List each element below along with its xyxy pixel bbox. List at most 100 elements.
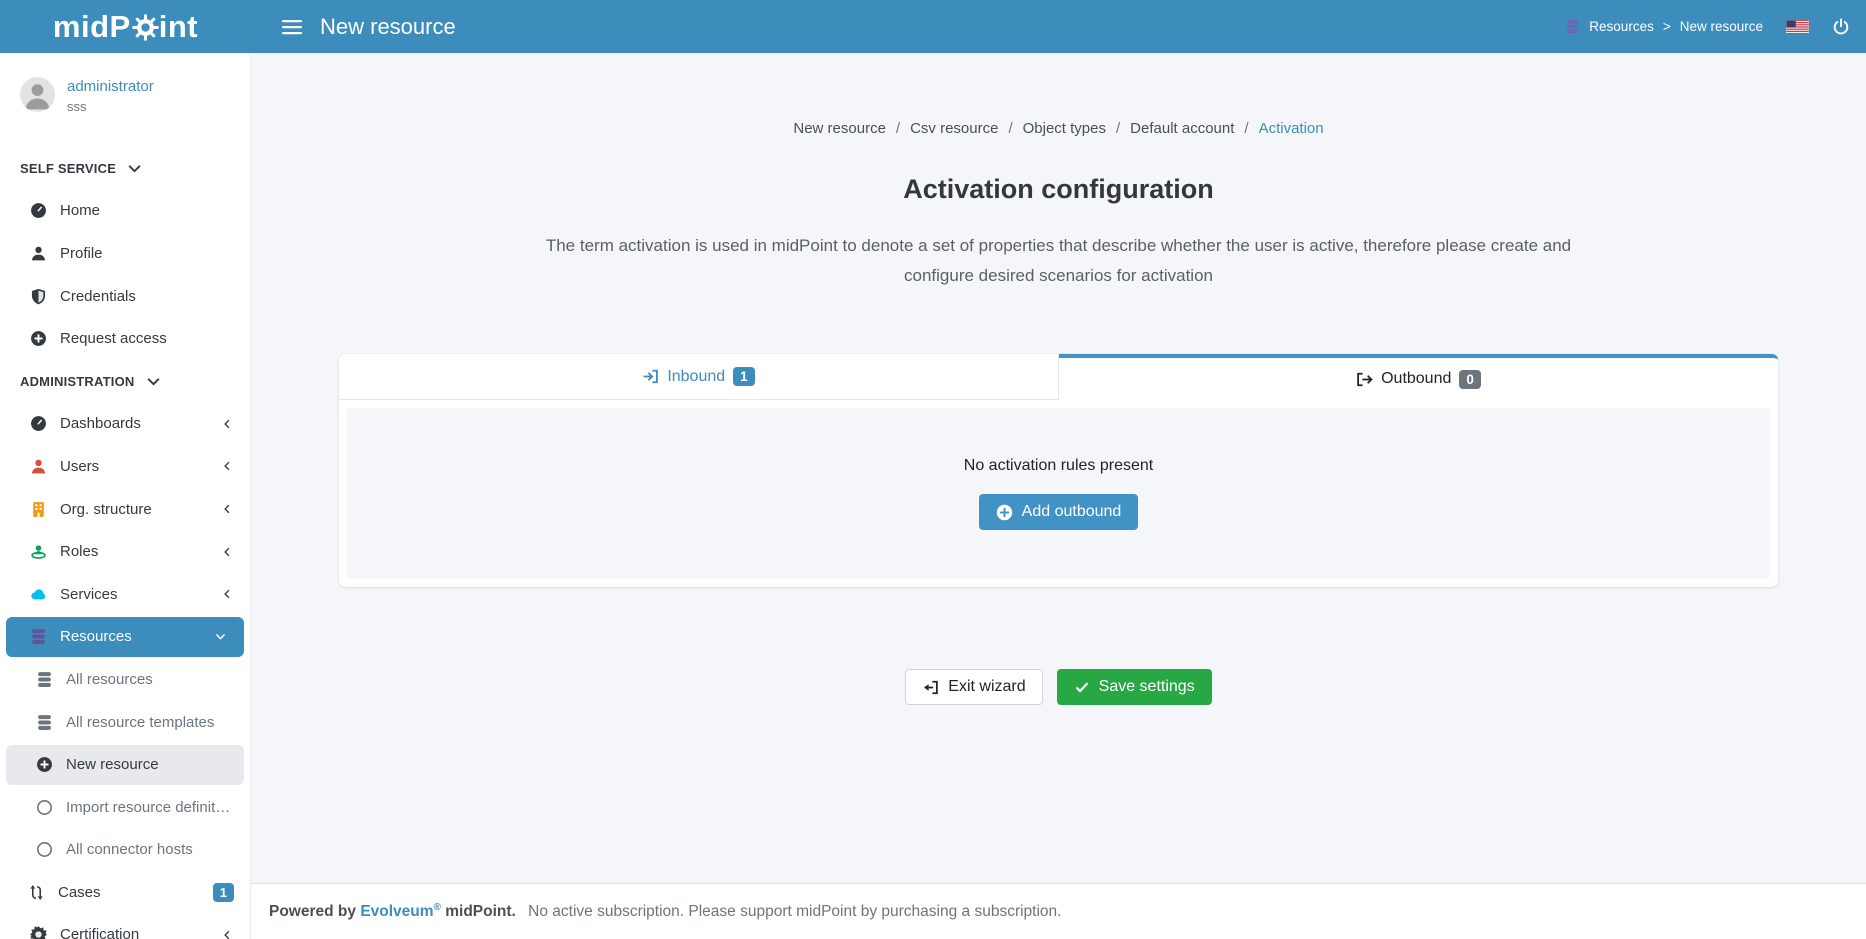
sidebar-item-request-access[interactable]: Request access: [0, 317, 250, 360]
hamburger-icon: [282, 19, 302, 35]
header-breadcrumb: Resources > New resource: [1565, 19, 1763, 34]
exit-icon: [922, 679, 939, 696]
header-breadcrumb-separator: >: [1663, 19, 1671, 34]
breadcrumb-item[interactable]: Object types: [1023, 120, 1106, 137]
tab-inbound[interactable]: Inbound 1: [339, 354, 1059, 400]
avatar: [20, 77, 55, 112]
user-icon: [30, 245, 47, 262]
breadcrumb-item[interactable]: Default account: [1130, 120, 1234, 137]
subscription-note: No active subscription. Please support m…: [528, 903, 1061, 920]
circle-icon: [36, 841, 53, 858]
sidebar-item-label: Users: [60, 458, 99, 475]
logo-text-pre: midP: [53, 9, 131, 45]
wizard-step-description: The term activation is used in midPoint …: [519, 231, 1599, 291]
sidebar-item-label: All resource templates: [66, 714, 214, 731]
breadcrumb-separator: /: [1008, 120, 1012, 137]
outbound-tab-panel: No activation rules present Add outbound: [347, 408, 1770, 579]
breadcrumb-separator: /: [896, 120, 900, 137]
chevron-left-icon: [221, 929, 233, 939]
activation-tabs: Inbound 1 Outbound 0: [339, 354, 1778, 400]
footer-powered-by: Powered by: [269, 903, 356, 920]
add-outbound-button[interactable]: Add outbound: [979, 494, 1139, 530]
sidebar-item-all-resources[interactable]: All resources: [0, 658, 250, 701]
sidebar-item-label: Roles: [60, 543, 98, 560]
roles-icon: [30, 543, 47, 560]
user-description: sss: [67, 99, 154, 114]
sidebar-item-roles[interactable]: Roles: [0, 530, 250, 573]
sidebar-item-all-connector-hosts[interactable]: All connector hosts: [0, 829, 250, 872]
sidebar-item-certification[interactable]: Certification: [0, 914, 250, 939]
sidebar-item-home[interactable]: Home: [0, 190, 250, 233]
circle-icon: [36, 799, 53, 816]
sidebar-item-dashboards[interactable]: Dashboards: [0, 403, 250, 446]
shield-icon: [30, 288, 47, 305]
sidebar-item-resources[interactable]: Resources: [6, 617, 244, 657]
sidebar: administrator sss SELF SERVICE Home Prof…: [0, 53, 251, 939]
add-outbound-label: Add outbound: [1022, 503, 1122, 521]
breadcrumb-item[interactable]: New resource: [793, 120, 886, 137]
main-content: New resource / Csv resource / Object types / D…: [251, 53, 1866, 939]
tab-outbound[interactable]: Outbound 0: [1059, 354, 1778, 400]
sidebar-item-label: Dashboards: [60, 415, 141, 432]
chevron-left-icon: [221, 503, 233, 515]
sidebar-item-label: Services: [60, 586, 118, 603]
sidebar-item-org-structure[interactable]: Org. structure: [0, 488, 250, 531]
footer-product: midPoint.: [445, 903, 516, 920]
check-icon: [1074, 679, 1090, 695]
breadcrumb-separator: /: [1244, 120, 1248, 137]
plus-circle-icon: [30, 330, 47, 347]
dashboard-icon: [30, 415, 47, 432]
sidebar-item-profile[interactable]: Profile: [0, 232, 250, 275]
exit-wizard-button[interactable]: Exit wizard: [905, 669, 1042, 705]
sidebar-item-label: New resource: [66, 756, 159, 773]
avatar-person-icon: [20, 77, 55, 112]
save-settings-button[interactable]: Save settings: [1057, 669, 1212, 705]
sign-in-icon: [642, 368, 659, 385]
sidebar-item-label: Import resource definit…: [66, 799, 230, 816]
header-breadcrumb-section[interactable]: Resources: [1589, 19, 1654, 34]
sidebar-item-label: Request access: [60, 330, 167, 347]
dashboard-icon: [30, 202, 47, 219]
sidebar-item-cases[interactable]: Cases 1: [0, 871, 250, 914]
sidebar-section-self-service[interactable]: SELF SERVICE: [0, 147, 250, 190]
save-settings-label: Save settings: [1099, 678, 1195, 696]
chevron-left-icon: [221, 546, 233, 558]
breadcrumb-separator: /: [1116, 120, 1120, 137]
breadcrumb-item-current[interactable]: Activation: [1259, 120, 1324, 137]
language-selector[interactable]: [1786, 20, 1809, 34]
midpoint-logo[interactable]: midP int: [0, 0, 251, 53]
sidebar-item-label: Org. structure: [60, 501, 152, 518]
sidebar-menu: SELF SERVICE Home Profile Credentials Re…: [0, 147, 250, 939]
breadcrumb-item[interactable]: Csv resource: [910, 120, 998, 137]
resource-database-icon: [1565, 19, 1580, 34]
chevron-down-icon: [214, 630, 227, 643]
sidebar-item-users[interactable]: Users: [0, 445, 250, 488]
header-breadcrumb-current[interactable]: New resource: [1680, 19, 1763, 34]
top-navbar: midP int New resource: [0, 0, 1866, 53]
sidebar-item-credentials[interactable]: Credentials: [0, 275, 250, 318]
sidebar-item-label: Cases: [58, 884, 101, 901]
wizard-actions: Exit wizard Save settings: [251, 669, 1866, 705]
plus-circle-icon: [996, 504, 1013, 521]
tab-inbound-badge: 1: [733, 367, 755, 386]
chevron-left-icon: [221, 418, 233, 430]
activation-panel: Inbound 1 Outbound 0 No activation rules…: [339, 354, 1778, 587]
exit-wizard-label: Exit wizard: [948, 678, 1025, 696]
logo-gear-icon: [132, 14, 159, 41]
wizard-breadcrumb: New resource / Csv resource / Object types / D…: [251, 120, 1866, 137]
logout-button[interactable]: [1832, 18, 1850, 36]
sidebar-item-all-resource-templates[interactable]: All resource templates: [0, 701, 250, 744]
wizard-step-title: Activation configuration: [251, 174, 1866, 205]
chevron-left-icon: [221, 460, 233, 472]
user-panel[interactable]: administrator sss: [20, 77, 154, 114]
sidebar-section-administration[interactable]: ADMINISTRATION: [0, 360, 250, 403]
sidebar-item-label: All resources: [66, 671, 153, 688]
evolveum-link[interactable]: Evolveum®: [360, 903, 441, 920]
menu-toggle-button[interactable]: [272, 9, 312, 45]
cases-count-badge: 1: [213, 883, 234, 902]
database-icon: [36, 714, 53, 731]
sidebar-item-new-resource[interactable]: New resource: [6, 745, 244, 785]
page-title: New resource: [320, 14, 456, 40]
sidebar-item-services[interactable]: Services: [0, 573, 250, 616]
sidebar-item-import-resource-definition[interactable]: Import resource definit…: [0, 786, 250, 829]
